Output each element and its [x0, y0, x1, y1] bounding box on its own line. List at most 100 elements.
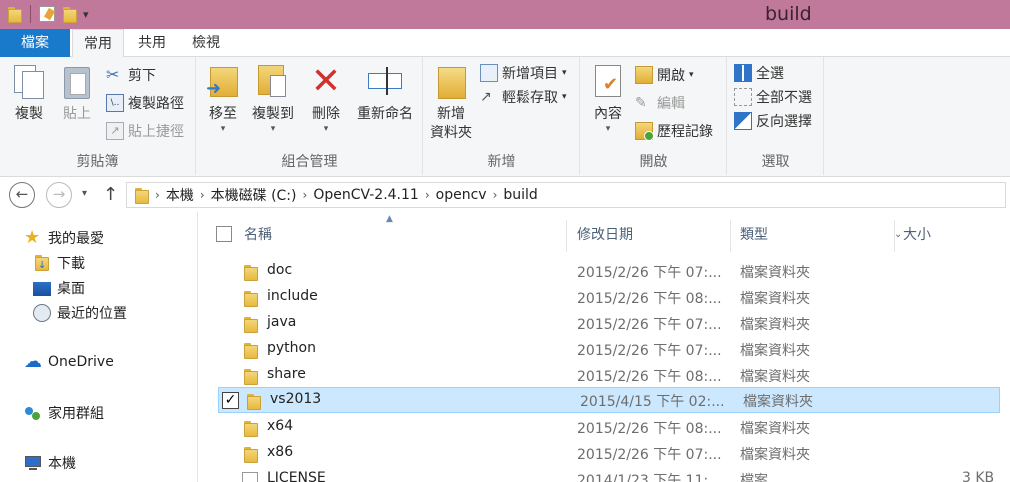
window-title: build [765, 3, 812, 25]
chevron-right-icon[interactable]: › [425, 188, 430, 202]
tab-home[interactable]: 常用 [72, 29, 124, 58]
open-dropdown-icon: ▾ [689, 70, 694, 80]
file-row-x64[interactable]: x64 2015/2/26 下午 08:... 檔案資料夾 [216, 415, 998, 441]
organize-group-label: 組合管理 [281, 154, 338, 170]
folder-icon [242, 342, 258, 359]
chevron-right-icon[interactable]: › [155, 188, 160, 202]
paste-shortcut-button[interactable]: ↗ 貼上捷徑 [106, 120, 184, 142]
file-type: 檔案資料夾 [743, 394, 813, 410]
file-row-java[interactable]: java 2015/2/26 下午 07:... 檔案資料夾 [216, 311, 998, 337]
navigation-bar: ← → ▾ ↑ › 本機 › 本機磁碟 (C:) › OpenCV-2.4.11… [0, 178, 1010, 212]
select-all-checkbox[interactable] [216, 226, 232, 242]
new-item-button[interactable]: 新增項目 ▾ [480, 62, 567, 84]
chevron-right-icon[interactable]: › [303, 188, 308, 202]
nav-item-thispc[interactable]: 本機 [24, 453, 76, 473]
folder-icon [242, 290, 258, 307]
properties-icon: ✔ [589, 63, 627, 101]
delete-button[interactable]: ✕ 刪除 ▾ [305, 63, 347, 135]
column-divider[interactable] [894, 220, 895, 252]
nav-item-recent[interactable]: 最近的位置 [33, 303, 127, 323]
file-name: LICENSE [267, 470, 326, 482]
select-none-button[interactable]: 全部不選 [734, 86, 812, 108]
invert-selection-button[interactable]: 反向選擇 [734, 110, 812, 132]
nav-item-label: 桌面 [57, 281, 85, 297]
move-to-button[interactable]: ➜ 移至 ▾ [203, 63, 243, 134]
open-label: 開啟 [657, 68, 685, 84]
copy-path-label: 複製路徑 [128, 96, 184, 112]
nav-item-onedrive[interactable]: ☁ OneDrive [24, 353, 114, 371]
tab-file[interactable]: 檔案 [0, 29, 70, 57]
file-row-share[interactable]: share 2015/2/26 下午 08:... 檔案資料夾 [216, 363, 998, 389]
file-row-x86[interactable]: x86 2015/2/26 下午 07:... 檔案資料夾 [216, 441, 998, 467]
breadcrumb-thispc[interactable]: 本機 [166, 185, 194, 205]
open-group-label: 開啟 [639, 154, 668, 170]
address-folder-icon [133, 187, 149, 204]
chevron-right-icon[interactable]: › [200, 188, 205, 202]
copy-path-button[interactable]: \.. 複製路徑 [106, 92, 184, 114]
properties-button[interactable]: ✔ 內容 ▾ [587, 63, 629, 134]
nav-item-desktop[interactable]: 桌面 [33, 278, 85, 298]
new-folder-icon [432, 63, 470, 101]
clipboard-group-label: 剪貼簿 [76, 154, 119, 170]
chevron-right-icon[interactable]: › [493, 188, 498, 202]
easy-access-icon: ↗ [480, 89, 492, 105]
breadcrumb-opencv-2-4-11[interactable]: OpenCV-2.4.11 [313, 187, 419, 203]
address-bar[interactable]: › 本機 › 本機磁碟 (C:) › OpenCV-2.4.11 › openc… [126, 182, 1006, 208]
paste-button[interactable]: 貼上 [56, 63, 98, 124]
properties-icon[interactable] [39, 6, 56, 22]
new-folder-button[interactable]: 新增 資料夾 [426, 63, 476, 143]
row-checkbox-checked[interactable]: ✓ [222, 392, 239, 409]
breadcrumb-local-disk[interactable]: 本機磁碟 (C:) [211, 185, 297, 205]
breadcrumb-build[interactable]: build [503, 187, 537, 203]
column-menu-chevron-icon[interactable]: ⌄ [894, 222, 902, 248]
nav-item-label: 最近的位置 [57, 306, 127, 322]
edit-button[interactable]: ✎ 編輯 [635, 92, 685, 114]
nav-item-homegroup[interactable]: 家用群組 [24, 403, 104, 423]
forward-button[interactable]: → [46, 182, 72, 208]
folder-icon [242, 420, 258, 437]
downloads-folder-icon: ↓ [33, 254, 51, 272]
up-arrow-icon: ↑ [103, 184, 119, 205]
nav-item-favorites[interactable]: ★ 我的最愛 [24, 228, 104, 248]
column-header-size[interactable]: 大小 [903, 222, 931, 248]
back-button[interactable]: ← [9, 182, 35, 208]
rename-label: 重新命名 [357, 106, 413, 122]
nav-item-downloads[interactable]: ↓ 下載 [33, 253, 85, 273]
file-row-vs2013[interactable]: ✓ vs2013 2015/4/15 下午 02:... 檔案資料夾 [218, 387, 1000, 413]
file-name: include [267, 288, 318, 304]
folder-icon[interactable] [6, 6, 22, 23]
file-row-license[interactable]: LICENSE 2014/1/23 下午 11:... 檔案 3 KB [216, 467, 998, 482]
history-button[interactable]: 歷程記錄 [635, 120, 713, 142]
file-row-doc[interactable]: doc 2015/2/26 下午 07:... 檔案資料夾 [216, 259, 998, 285]
select-all-button[interactable]: 全選 [734, 62, 784, 84]
file-row-include[interactable]: include 2015/2/26 下午 08:... 檔案資料夾 [216, 285, 998, 311]
tab-share[interactable]: 共用 [130, 29, 174, 57]
recent-locations-dropdown-icon[interactable]: ▾ [82, 188, 87, 199]
file-name: java [267, 314, 297, 330]
nav-item-label: 家用群組 [48, 406, 104, 422]
easy-access-button[interactable]: ↗ 輕鬆存取 ▾ [480, 86, 567, 108]
customize-qat-icon[interactable]: ▾ [83, 8, 89, 21]
column-header-type[interactable]: 類型 [740, 222, 768, 248]
column-header-name[interactable]: 名稱 [244, 222, 272, 248]
open-button[interactable]: 開啟 ▾ [635, 64, 694, 86]
tab-view[interactable]: 檢視 [184, 29, 228, 57]
file-type: 檔案資料夾 [740, 317, 810, 333]
file-icon [242, 472, 258, 482]
rename-icon [366, 63, 404, 101]
file-row-python[interactable]: python 2015/2/26 下午 07:... 檔案資料夾 [216, 337, 998, 363]
cut-button[interactable]: ✂ 剪下 [106, 64, 156, 86]
copy-to-icon [254, 63, 292, 101]
new-item-dropdown-icon: ▾ [562, 68, 567, 78]
column-header-date[interactable]: 修改日期 [577, 222, 633, 248]
homegroup-icon [24, 404, 42, 422]
rename-button[interactable]: 重新命名 [353, 63, 417, 124]
copy-to-button[interactable]: 複製到 ▾ [247, 63, 299, 134]
breadcrumb-opencv[interactable]: opencv [436, 187, 487, 203]
new-folder-icon[interactable] [61, 6, 77, 23]
file-date: 2015/2/26 下午 07:... [577, 343, 722, 359]
up-button[interactable]: ↑ [103, 184, 118, 205]
copy-button[interactable]: 複製 [8, 63, 50, 124]
column-divider[interactable] [566, 220, 567, 252]
column-divider[interactable] [730, 220, 731, 252]
